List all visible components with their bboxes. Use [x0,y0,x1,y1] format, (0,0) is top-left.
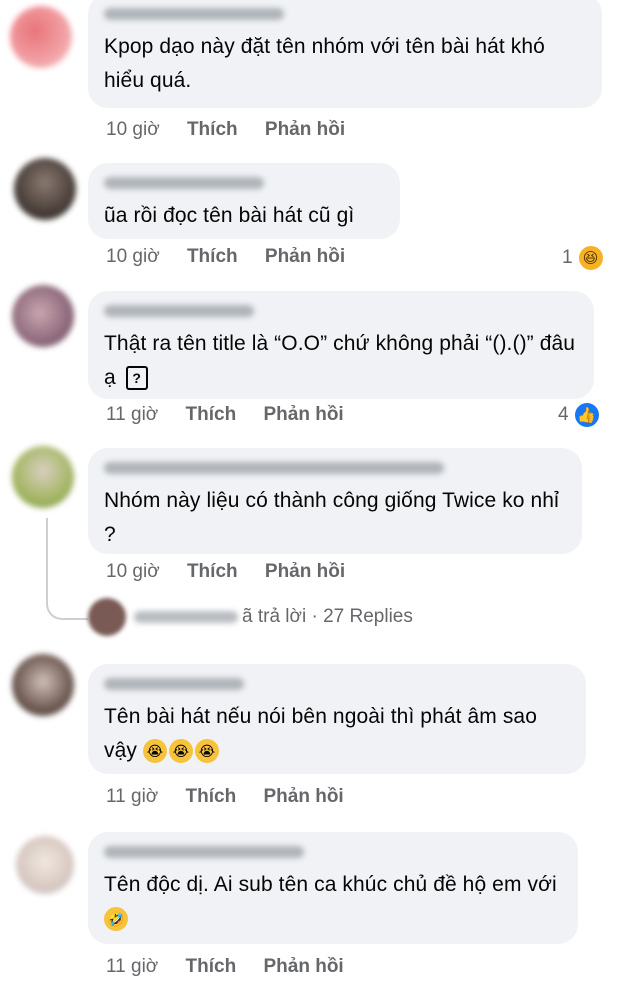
comment-bubble: Kpop dạo này đặt tên nhóm với tên bài há… [88,0,602,108]
like-link[interactable]: Thích [186,956,237,977]
comment-actions: 11 giờ Thích Phản hồi [106,956,366,978]
author-name[interactable] [104,462,444,474]
comment-actions: 10 giờ Thích Phản hồi [106,246,367,268]
avatar[interactable] [16,836,74,894]
reply-link[interactable]: Phản hồi [265,246,345,267]
avatar[interactable] [10,6,72,68]
comment-bubble: Thật ra tên title là “O.O” chứ không phả… [88,291,594,399]
rofl-face-icon: 🤣 [104,907,128,932]
reply-link[interactable]: Phản hồi [263,956,343,977]
reply-author-name [134,611,238,623]
like-link[interactable]: Thích [186,404,237,425]
like-icon: 👍 [574,403,599,427]
comment-text: ũa rồi đọc tên bài hát cũ gì [104,204,355,227]
reaction-count: 4 [558,404,569,425]
author-name[interactable] [104,177,264,189]
reply-link[interactable]: Phản hồi [265,561,345,582]
author-name[interactable] [104,305,254,317]
reaction-summary[interactable]: 1 😆 [562,246,603,270]
comment-text: Thật ra tên title là “O.O” chứ không phả… [104,332,576,391]
timestamp[interactable]: 10 giờ [106,119,160,140]
reply-link[interactable]: Phản hồi [263,404,343,425]
haha-icon: 😆 [578,246,603,270]
reply-link[interactable]: Phản hồi [265,119,345,140]
comment-bubble: Tên độc dị. Ai sub tên ca khúc chủ đề hộ… [88,832,578,944]
comment-actions: 10 giờ Thích Phản hồi [106,561,367,583]
replies-count: ã trả lời · 27 Replies [242,606,413,627]
comment-actions: 11 giờ Thích Phản hồi [106,404,366,426]
comment-actions: 10 giờ Thích Phản hồi [106,119,367,141]
reply-avatar [88,598,126,636]
comment-text: Tên độc dị. Ai sub tên ca khúc chủ đề hộ… [104,868,562,936]
like-link[interactable]: Thích [187,561,238,582]
comment-text: Kpop dạo này đặt tên nhóm với tên bài há… [104,35,545,92]
thread-connector [46,518,88,620]
like-link[interactable]: Thích [187,119,238,140]
timestamp[interactable]: 11 giờ [106,956,158,977]
timestamp[interactable]: 10 giờ [106,561,160,582]
comment-actions: 11 giờ Thích Phản hồi [106,786,366,808]
comment-bubble: Tên bài hát nếu nói bên ngoài thì phát â… [88,664,586,774]
reaction-count: 1 [562,247,573,268]
avatar[interactable] [12,446,74,508]
avatar[interactable] [12,285,74,347]
like-link[interactable]: Thích [186,786,237,807]
comment-bubble: Nhóm này liệu có thành công giống Twice … [88,448,582,554]
reply-link[interactable]: Phản hồi [263,786,343,807]
author-name[interactable] [104,678,244,690]
crying-face-icon: 😭 [142,739,167,764]
crying-face-icon: 😭 [168,739,193,764]
avatar[interactable] [12,654,74,716]
question-box-icon: ? [125,366,148,391]
author-name[interactable] [104,846,304,858]
reaction-summary[interactable]: 4 👍 [558,403,599,427]
comment-bubble: ũa rồi đọc tên bài hát cũ gì [88,163,400,239]
timestamp[interactable]: 11 giờ [106,404,158,425]
avatar[interactable] [14,158,76,220]
comment-text: Nhóm này liệu có thành công giống Twice … [104,489,559,546]
comment-text: Tên bài hát nếu nói bên ngoài thì phát â… [104,705,537,764]
replies-link[interactable]: ã trả lời · 27 Replies [88,598,413,636]
timestamp[interactable]: 10 giờ [106,246,160,267]
crying-face-icon: 😭 [194,739,219,764]
timestamp[interactable]: 11 giờ [106,786,158,807]
author-name[interactable] [104,8,284,20]
like-link[interactable]: Thích [187,246,238,267]
